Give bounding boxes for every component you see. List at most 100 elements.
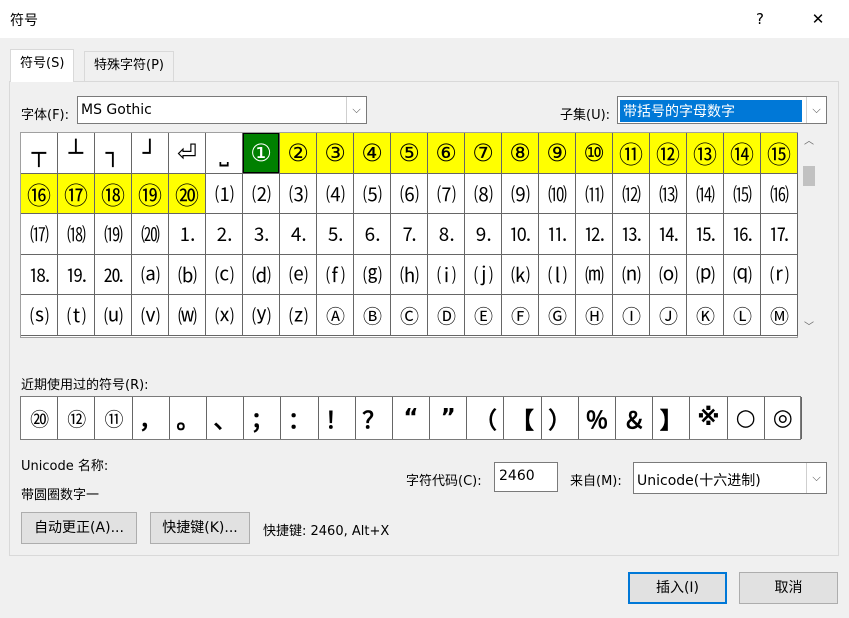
recent-symbol-cell[interactable]: ” xyxy=(430,397,468,439)
symbol-cell[interactable]: ⑨ xyxy=(539,133,576,174)
chevron-down-icon[interactable]: ⌵ xyxy=(806,463,826,493)
symbol-cell[interactable]: ⒩ xyxy=(613,254,650,296)
symbol-cell[interactable]: ⒮ xyxy=(21,295,58,336)
symbol-cell[interactable]: ⑲ xyxy=(132,173,169,215)
recent-symbol-cell[interactable]: ！ xyxy=(319,397,356,439)
recent-symbol-cell[interactable]: （ xyxy=(467,397,505,439)
close-button[interactable]: ✕ xyxy=(798,4,838,34)
symbol-cell[interactable]: ⒯ xyxy=(58,295,95,336)
recent-symbol-cell[interactable]: ？ xyxy=(356,397,393,439)
symbol-cell[interactable]: ⒬ xyxy=(724,254,761,296)
symbol-cell[interactable]: ⒀ xyxy=(650,173,687,215)
symbol-cell[interactable]: ⑻ xyxy=(465,173,502,215)
symbol-cell[interactable]: ⒋ xyxy=(280,214,317,255)
symbol-cell[interactable]: ⒪ xyxy=(650,254,687,296)
symbol-cell[interactable]: ⑴ xyxy=(206,173,243,215)
symbol-cell[interactable]: ⏎ xyxy=(169,133,206,174)
symbol-cell[interactable]: ① xyxy=(243,133,280,174)
symbol-cell[interactable]: ┐ xyxy=(95,133,132,174)
symbol-cell[interactable]: Ⓜ xyxy=(761,295,798,336)
recent-symbol-cell[interactable]: ， xyxy=(133,397,170,439)
symbol-cell[interactable]: ⑷ xyxy=(317,173,354,215)
symbol-cell[interactable]: ③ xyxy=(317,133,354,174)
symbol-cell[interactable]: ⑧ xyxy=(502,133,539,174)
symbol-grid[interactable]: ┬ ┴ ┐ ┘ ⏎ ⎵ ① ② ③ ④ ⑤ ⑥ ⑦ ⑧ ⑨ ⑩ ⑪ ⑫ ⑬ ⑭ ⑮ ⑯ ⑰ ⑱ ⑲ ⑳ ⑴ ⑵ ⑶ ⑷ ⑸ ⑹ ⑺ ⑻ ⑼ ⑽ ⑾ ⑿ ⒀ ⒁… xyxy=(20,132,798,338)
symbol-cell[interactable]: ⑶ xyxy=(280,173,317,215)
symbol-cell[interactable]: Ⓗ xyxy=(576,295,613,336)
symbol-cell[interactable]: ⒖ xyxy=(687,214,724,255)
symbol-cell[interactable]: ⑤ xyxy=(391,133,428,174)
symbol-cell[interactable]: ⒨ xyxy=(576,254,613,296)
symbol-cell[interactable]: ⑸ xyxy=(354,173,391,215)
symbol-cell[interactable]: ⒦ xyxy=(502,254,539,296)
symbol-cell[interactable]: ⑮ xyxy=(761,133,798,174)
recent-symbol-cell[interactable]: ⑫ xyxy=(58,397,96,439)
recent-symbol-cell[interactable]: ； xyxy=(244,397,282,439)
symbol-cell[interactable]: ⒉ xyxy=(206,214,243,255)
recent-symbol-cell[interactable]: ： xyxy=(281,397,319,439)
symbol-cell[interactable]: ⑪ xyxy=(613,133,650,174)
chevron-down-icon[interactable]: ⌵ xyxy=(346,97,366,123)
symbol-cell[interactable]: ⒁ xyxy=(687,173,724,215)
symbol-cell[interactable]: Ⓒ xyxy=(391,295,428,336)
symbol-cell[interactable]: ⑬ xyxy=(687,133,724,174)
symbol-cell[interactable]: ⒕ xyxy=(650,214,687,255)
symbol-cell[interactable]: ⒐ xyxy=(465,214,502,255)
symbol-cell[interactable]: ⒗ xyxy=(724,214,761,255)
symbol-cell[interactable]: ④ xyxy=(354,133,391,174)
symbol-cell[interactable]: ┘ xyxy=(132,133,169,174)
symbol-cell[interactable]: ⑳ xyxy=(169,173,206,215)
symbol-cell[interactable]: ⑹ xyxy=(391,173,428,215)
symbol-cell[interactable]: ⒍ xyxy=(354,214,391,255)
symbol-cell[interactable]: ② xyxy=(280,133,317,174)
chevron-down-icon[interactable]: ⌵ xyxy=(806,97,826,123)
char-code-input[interactable]: 2460 xyxy=(494,462,558,492)
font-select[interactable]: MS Gothic ⌵ xyxy=(77,96,367,124)
symbol-cell[interactable]: ⑱ xyxy=(95,173,132,215)
symbol-cell[interactable]: ⒈ xyxy=(169,214,206,255)
symbol-cell[interactable]: ⒏ xyxy=(428,214,465,255)
symbol-cell[interactable]: ⑾ xyxy=(576,173,613,215)
symbol-cell[interactable]: Ⓚ xyxy=(687,295,724,336)
symbol-cell[interactable]: ⒎ xyxy=(391,214,428,255)
recent-symbol-cell[interactable]: “ xyxy=(393,397,431,439)
symbol-cell[interactable]: ⒙ xyxy=(21,254,58,296)
symbol-cell[interactable]: ⒂ xyxy=(724,173,761,215)
subset-select[interactable]: 带括号的字母数字 ⌵ xyxy=(617,96,827,124)
symbol-cell[interactable]: ⒝ xyxy=(169,254,206,296)
symbol-cell[interactable]: ⒜ xyxy=(132,254,169,296)
symbol-cell[interactable]: ⒑ xyxy=(502,214,539,255)
symbol-cell[interactable]: ⒢ xyxy=(354,254,391,296)
symbol-cell[interactable]: ⒭ xyxy=(761,254,798,296)
symbol-cell[interactable]: ⒇ xyxy=(132,214,169,255)
symbol-cell[interactable]: ⑥ xyxy=(428,133,465,174)
tab-special-characters[interactable]: 特殊字符(P) xyxy=(84,51,174,81)
symbol-cell[interactable]: ⒆ xyxy=(95,214,132,255)
help-button[interactable]: ? xyxy=(740,4,780,34)
symbol-cell[interactable]: ⒔ xyxy=(613,214,650,255)
autocorrect-button[interactable]: 自动更正(A)... xyxy=(21,512,137,544)
symbol-cell[interactable]: Ⓙ xyxy=(650,295,687,336)
symbol-cell[interactable]: ⑫ xyxy=(650,133,687,174)
symbol-cell[interactable]: ⒌ xyxy=(317,214,354,255)
recent-symbol-cell[interactable]: 】 xyxy=(653,397,691,439)
symbol-cell[interactable]: Ⓖ xyxy=(539,295,576,336)
symbol-cell[interactable]: Ⓔ xyxy=(465,295,502,336)
symbol-cell[interactable]: ⒲ xyxy=(169,295,206,336)
symbol-cell[interactable]: ⒚ xyxy=(58,254,95,296)
symbol-cell[interactable]: ⒟ xyxy=(243,254,280,296)
symbol-cell[interactable]: ⒵ xyxy=(280,295,317,336)
symbol-cell[interactable]: ⒛ xyxy=(95,254,132,296)
recent-symbol-cell[interactable]: ） xyxy=(542,397,579,439)
recent-symbol-cell[interactable]: ％ xyxy=(579,397,616,439)
tab-symbols[interactable]: 符号(S) xyxy=(10,49,75,82)
recent-symbol-cell[interactable]: ⑳ xyxy=(21,397,59,439)
symbol-cell[interactable]: ⑭ xyxy=(724,133,761,174)
symbol-cell[interactable]: ⎵ xyxy=(206,133,243,174)
symbol-cell[interactable]: ⒊ xyxy=(243,214,280,255)
symbol-cell[interactable]: ⑽ xyxy=(539,173,576,215)
recent-symbols[interactable]: ⑳ ⑫ ⑪，。、；：！？ “” （【）％＆】 ※ ○ ◎ xyxy=(20,396,802,440)
symbol-cell[interactable]: ⒱ xyxy=(132,295,169,336)
recent-symbol-cell[interactable]: 【 xyxy=(504,397,542,439)
recent-symbol-cell[interactable]: ＆ xyxy=(616,397,654,439)
